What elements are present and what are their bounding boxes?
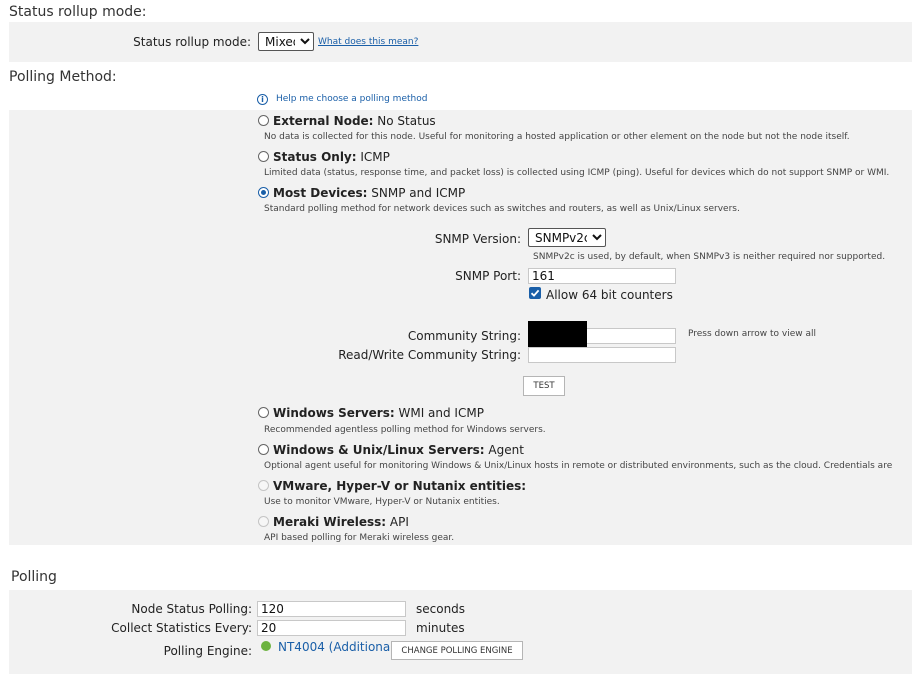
rw-community-string-input[interactable] <box>528 347 676 363</box>
option-agent-rest: Agent <box>484 443 524 457</box>
status-rollup-section-title: Status rollup mode: <box>9 4 147 20</box>
engine-status-icon <box>261 641 271 651</box>
option-vmware-title: VMware, Hyper-V or Nutanix entities: <box>273 479 526 493</box>
help-choose-polling-method-link[interactable]: Help me choose a polling method <box>276 94 427 104</box>
change-polling-engine-button[interactable]: CHANGE POLLING ENGINE <box>391 641 523 660</box>
checkmark-icon <box>530 289 540 297</box>
option-status-only-rest: ICMP <box>356 150 390 164</box>
option-most-devices-desc: Standard polling method for network devi… <box>264 204 740 214</box>
rw-community-string-label: Read/Write Community String: <box>338 348 521 362</box>
radio-most-devices[interactable] <box>258 187 269 198</box>
option-vmware-desc: Use to monitor VMware, Hyper-V or Nutani… <box>264 497 500 507</box>
option-agent-bold: Windows & Unix/Linux Servers: <box>273 443 485 457</box>
radio-windows-servers[interactable] <box>258 407 269 418</box>
radio-status-only[interactable] <box>258 151 269 162</box>
option-external-node-bold: External Node: <box>273 114 374 128</box>
snmp-port-label: SNMP Port: <box>455 269 521 283</box>
node-status-polling-input[interactable] <box>257 601 406 617</box>
option-meraki-title: Meraki Wireless: API <box>273 515 409 529</box>
option-external-node-title: External Node: No Status <box>273 114 436 128</box>
community-string-hint: Press down arrow to view all <box>688 329 816 339</box>
redacted-community-string <box>528 321 587 347</box>
polling-engine-link[interactable]: NT4004 (Additional) <box>278 640 398 654</box>
option-meraki-desc: API based polling for Meraki wireless ge… <box>264 533 455 543</box>
snmp-port-input[interactable] <box>528 268 676 284</box>
snmp-version-label: SNMP Version: <box>434 232 521 246</box>
option-windows-servers-title: Windows Servers: WMI and ICMP <box>273 406 484 420</box>
option-status-only-bold: Status Only: <box>273 150 357 164</box>
radio-vmware[interactable] <box>258 480 269 491</box>
what-does-this-mean-link[interactable]: What does this mean? <box>318 37 418 47</box>
allow-64bit-label: Allow 64 bit counters <box>546 288 673 302</box>
option-meraki-bold: Meraki Wireless: <box>273 515 387 529</box>
collect-statistics-label: Collect Statistics Every: <box>111 621 252 635</box>
info-icon: i <box>257 94 268 105</box>
radio-meraki[interactable] <box>258 516 269 527</box>
option-agent-desc: Optional agent useful for monitoring Win… <box>264 461 893 471</box>
node-status-polling-unit: seconds <box>416 602 466 616</box>
snmp-version-select[interactable]: SNMPv2c <box>528 228 606 247</box>
radio-external-node[interactable] <box>258 115 269 126</box>
test-button[interactable]: TEST <box>523 376 565 396</box>
option-status-only-title: Status Only: ICMP <box>273 150 390 164</box>
option-status-only-desc: Limited data (status, response time, and… <box>264 168 890 178</box>
option-most-devices-bold: Most Devices: <box>273 186 368 200</box>
allow-64bit-checkbox[interactable] <box>529 287 541 299</box>
radio-agent[interactable] <box>258 444 269 455</box>
option-agent-title: Windows & Unix/Linux Servers: Agent <box>273 443 524 457</box>
status-rollup-select[interactable]: Mixed <box>258 32 314 51</box>
option-vmware-bold: VMware, Hyper-V or Nutanix entities: <box>273 479 527 493</box>
polling-method-section-title: Polling Method: <box>9 69 117 85</box>
community-string-label: Community String: <box>407 329 521 343</box>
option-windows-servers-rest: WMI and ICMP <box>394 406 484 420</box>
collect-statistics-input[interactable] <box>257 620 406 636</box>
option-windows-servers-desc: Recommended agentless polling method for… <box>264 425 546 435</box>
option-meraki-rest: API <box>386 515 409 529</box>
collect-statistics-unit: minutes <box>416 621 465 635</box>
polling-engine-label: Polling Engine: <box>163 644 252 658</box>
option-most-devices-rest: SNMP and ICMP <box>367 186 466 200</box>
node-status-polling-label: Node Status Polling: <box>131 602 252 616</box>
option-most-devices-title: Most Devices: SNMP and ICMP <box>273 186 465 200</box>
option-windows-servers-bold: Windows Servers: <box>273 406 395 420</box>
option-external-node-rest: No Status <box>373 114 436 128</box>
option-external-node-desc: No data is collected for this node. Usef… <box>264 132 850 142</box>
polling-section-title: Polling <box>11 569 57 585</box>
status-rollup-label: Status rollup mode: <box>133 35 251 49</box>
snmp-version-note: SNMPv2c is used, by default, when SNMPv3… <box>533 252 886 262</box>
